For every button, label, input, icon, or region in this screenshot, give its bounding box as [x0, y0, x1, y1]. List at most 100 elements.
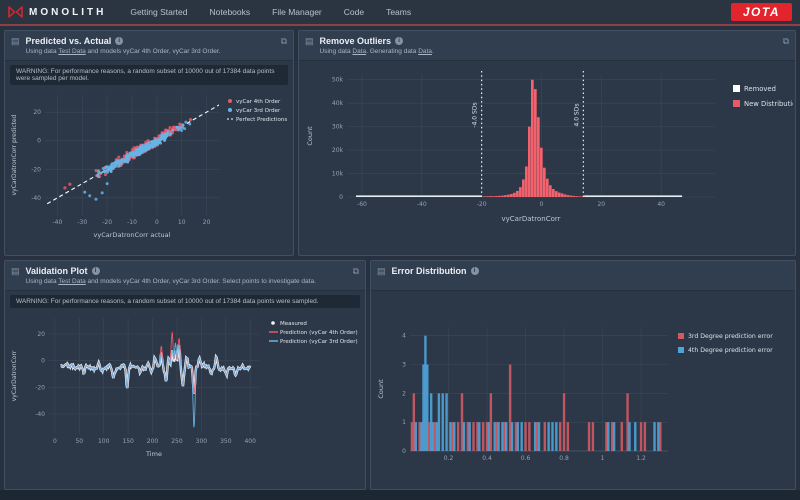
svg-text:-20: -20 — [102, 219, 112, 226]
svg-text:0: 0 — [37, 138, 41, 145]
monolith-logo-icon — [8, 6, 23, 18]
nav-item-teams[interactable]: Teams — [386, 7, 411, 17]
svg-text:New Distribution: New Distribution — [744, 100, 793, 108]
svg-text:50: 50 — [75, 438, 83, 445]
svg-text:20: 20 — [203, 219, 211, 226]
svg-text:-30: -30 — [77, 219, 87, 226]
panel-validation-plot: ▤ Validation Plot i Using data Test Data… — [4, 260, 366, 490]
svg-text:20: 20 — [597, 201, 605, 208]
svg-text:3rd Degree prediction error: 3rd Degree prediction error — [688, 333, 773, 340]
warning-banner: WARNING: For performance reasons, a rand… — [10, 295, 360, 308]
svg-text:-60: -60 — [357, 201, 367, 208]
brand-name: MONOLITH — [29, 6, 107, 18]
panel-title: Validation Plot — [25, 266, 88, 276]
svg-text:-20: -20 — [35, 384, 45, 391]
svg-text:0: 0 — [540, 201, 544, 208]
svg-text:0: 0 — [155, 219, 159, 226]
panel-handle-icon[interactable]: ▤ — [377, 266, 386, 276]
info-icon[interactable]: i — [470, 267, 479, 275]
panel-subtitle: Using data Test Data and models vyCar 4t… — [26, 48, 221, 55]
panel-title: Predicted vs. Actual — [25, 36, 112, 46]
svg-text:250: 250 — [171, 438, 183, 445]
svg-text:vyCarDatronCorr predicted: vyCarDatronCorr predicted — [11, 114, 18, 195]
subtitle-text: Using data — [319, 48, 353, 55]
warning-banner: WARNING: For performance reasons, a rand… — [10, 65, 288, 85]
svg-text:vyCarDatronCorr actual: vyCarDatronCorr actual — [94, 231, 171, 239]
subtitle-link-test-data[interactable]: Test Data — [58, 48, 85, 55]
panel-handle-icon[interactable]: ▤ — [11, 36, 20, 46]
error-distribution-chart[interactable]: 0.2 0.4 0.6 0.8 1 1.2 0 1 2 3 4 Count 3rd Degree pre… — [372, 293, 794, 489]
svg-text:400: 400 — [244, 438, 256, 445]
info-icon[interactable]: i — [91, 267, 100, 275]
svg-text:-40: -40 — [31, 195, 41, 202]
panel-header: ▤ Remove Outliers i Using data Data. Gen… — [299, 31, 795, 61]
svg-text:0.2: 0.2 — [444, 455, 454, 462]
svg-text:0: 0 — [339, 194, 343, 201]
panel-handle-icon[interactable]: ▤ — [305, 36, 314, 46]
svg-text:10k: 10k — [332, 171, 344, 178]
svg-text:vyCar 4th Order: vyCar 4th Order — [236, 99, 281, 105]
panel-remove-outliers: ▤ Remove Outliers i Using data Data. Gen… — [298, 30, 796, 256]
nav-item-file-manager[interactable]: File Manager — [272, 7, 322, 17]
remove-outliers-chart[interactable]: -60 -40 -20 0 20 40 0 10k 20k 30k 40k 50k -4.0 SDs 4.… — [301, 63, 793, 253]
svg-text:Measured: Measured — [280, 321, 307, 327]
panel-subtitle: Using data Test Data and models vyCar 4t… — [26, 278, 316, 285]
nav-accent-line — [0, 24, 800, 26]
svg-text:300: 300 — [196, 438, 208, 445]
svg-text:200: 200 — [147, 438, 159, 445]
nav-item-code[interactable]: Code — [344, 7, 364, 17]
svg-text:20: 20 — [33, 109, 41, 116]
svg-text:Count: Count — [377, 379, 385, 399]
panel-header: ▤ Validation Plot i Using data Test Data… — [5, 261, 365, 291]
svg-text:Count: Count — [306, 126, 314, 146]
subtitle-text: and models vyCar 4th Order, vyCar 3rd Or… — [85, 278, 316, 285]
svg-text:1: 1 — [402, 419, 406, 426]
svg-text:0: 0 — [402, 448, 406, 455]
expand-icon[interactable]: ⧉ — [353, 266, 359, 276]
nav-item-notebooks[interactable]: Notebooks — [210, 7, 251, 17]
svg-text:Prediction (vyCar 4th Order): Prediction (vyCar 4th Order) — [280, 330, 358, 336]
svg-text:4: 4 — [402, 333, 406, 340]
svg-text:-20: -20 — [31, 166, 41, 173]
subtitle-link-data[interactable]: Data — [418, 48, 432, 55]
svg-text:vyCarDatronCorr: vyCarDatronCorr — [11, 350, 18, 401]
expand-icon[interactable]: ⧉ — [281, 36, 287, 46]
brand[interactable]: MONOLITH — [8, 6, 106, 18]
panel-handle-icon[interactable]: ▤ — [11, 266, 20, 276]
info-icon[interactable]: i — [395, 37, 404, 45]
svg-text:350: 350 — [220, 438, 232, 445]
svg-text:20: 20 — [37, 331, 45, 338]
svg-text:-20: -20 — [477, 201, 487, 208]
svg-text:150: 150 — [122, 438, 134, 445]
panel-predicted-vs-actual: ▤ Predicted vs. Actual i Using data Test… — [4, 30, 294, 256]
svg-text:1: 1 — [601, 455, 605, 462]
panel-header: ▤ Error Distribution i — [371, 261, 795, 291]
svg-text:0.4: 0.4 — [482, 455, 492, 462]
info-icon[interactable]: i — [115, 37, 124, 45]
subtitle-text: and models vyCar 4th Order, vyCar 3rd Or… — [85, 48, 221, 55]
svg-text:4.0 SDs: 4.0 SDs — [573, 103, 580, 126]
svg-text:4th Degree prediction error: 4th Degree prediction error — [688, 347, 773, 354]
subtitle-text: Using data — [25, 48, 59, 55]
subtitle-link-data[interactable]: Data — [352, 48, 366, 55]
predicted-vs-actual-chart[interactable]: -40 -30 -20 -10 0 10 20 -40 -20 0 20 vyCarDatronCor… — [7, 87, 291, 253]
svg-text:0: 0 — [53, 438, 57, 445]
svg-text:0: 0 — [41, 358, 45, 365]
svg-text:2: 2 — [402, 390, 406, 397]
svg-text:30k: 30k — [332, 124, 344, 131]
svg-text:3: 3 — [402, 361, 406, 368]
top-nav: MONOLITH Getting Started Notebooks File … — [0, 0, 800, 24]
subtitle-text: . — [431, 48, 434, 55]
panel-error-distribution: ▤ Error Distribution i 0.2 0.4 0.6 0.8 1 1.2 0… — [370, 260, 796, 490]
svg-text:50k: 50k — [332, 77, 344, 84]
validation-plot-chart[interactable]: 0 50 100 150 200 250 300 350 400 -40 -20 0 20 Time vyC… — [7, 310, 363, 474]
jota-logo: JOTA — [730, 3, 792, 21]
svg-text:vyCar 3rd Order: vyCar 3rd Order — [236, 108, 281, 114]
dashboard-page: MONOLITH Getting Started Notebooks File … — [0, 0, 800, 500]
subtitle-link-test-data[interactable]: Test Data — [58, 278, 85, 285]
nav-item-getting-started[interactable]: Getting Started — [130, 7, 187, 17]
panel-title: Remove Outliers — [319, 36, 392, 46]
svg-text:Removed: Removed — [744, 85, 776, 93]
panel-title: Error Distribution — [391, 266, 467, 276]
expand-icon[interactable]: ⧉ — [783, 36, 789, 46]
